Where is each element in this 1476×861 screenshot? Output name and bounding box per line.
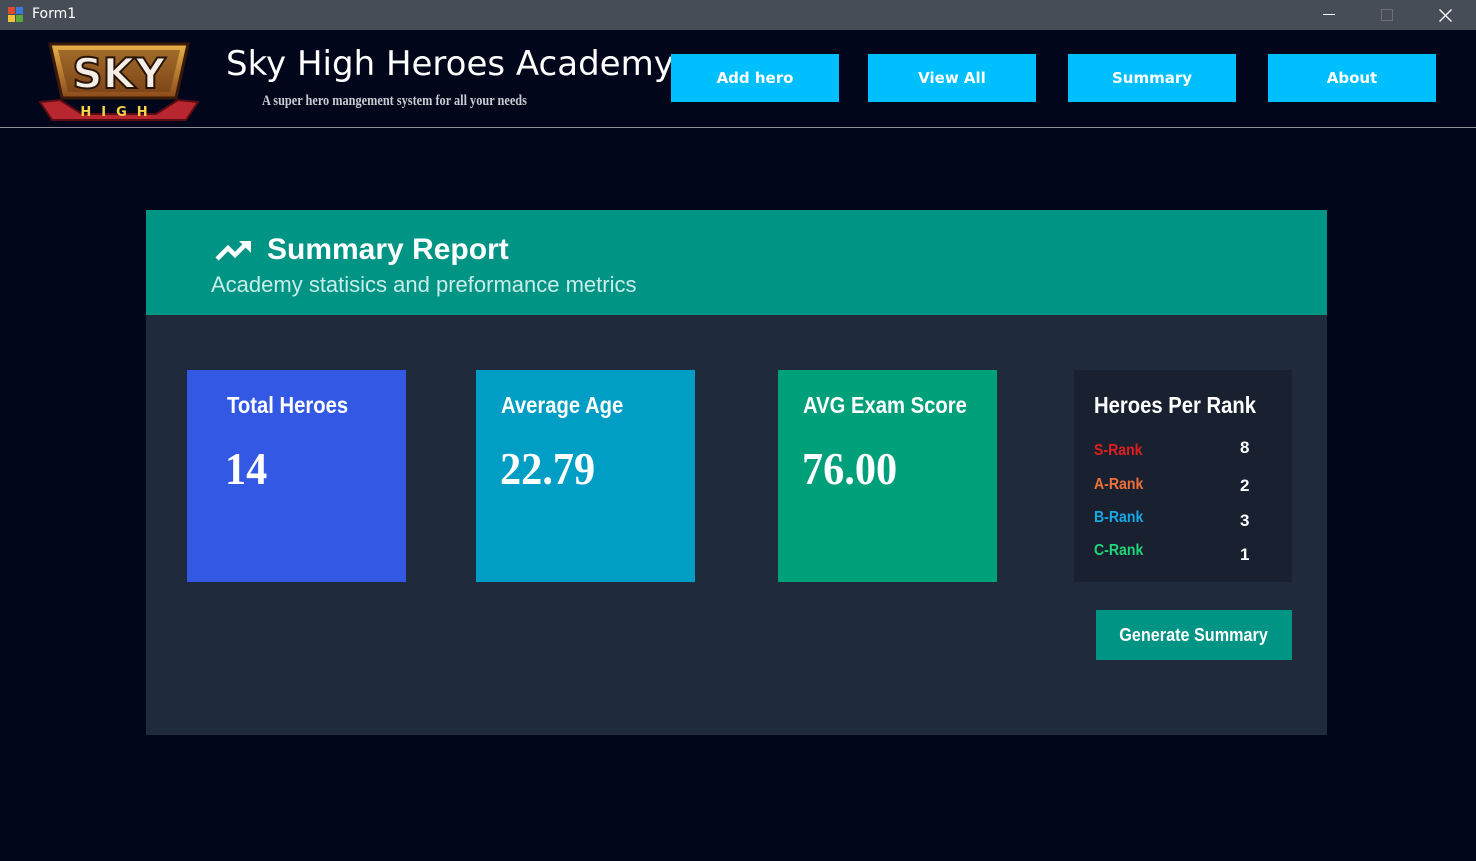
rank-row-s: S-Rank 8 — [1094, 438, 1274, 464]
a-rank-label: A-Rank — [1094, 476, 1144, 493]
rank-row-a: A-Rank 2 — [1094, 476, 1274, 498]
a-rank-count: 2 — [1240, 476, 1250, 495]
about-button[interactable]: About — [1268, 54, 1436, 102]
average-age-value: 22.79 — [500, 443, 596, 494]
generate-summary-button[interactable]: Generate Summary — [1096, 610, 1292, 660]
svg-text:HIGH: HIGH — [80, 105, 157, 120]
total-heroes-card: Total Heroes 14 — [187, 370, 406, 582]
add-hero-button[interactable]: Add hero — [671, 54, 839, 102]
summary-button[interactable]: Summary — [1068, 54, 1236, 102]
heroes-per-rank-title: Heroes Per Rank — [1094, 392, 1257, 418]
close-button[interactable] — [1416, 0, 1474, 30]
maximize-icon — [1381, 9, 1393, 21]
b-rank-count: 3 — [1240, 511, 1250, 530]
minimize-button[interactable] — [1300, 0, 1358, 30]
app-title: Sky High Heroes Academy — [226, 44, 674, 84]
total-heroes-label: Total Heroes — [227, 392, 349, 418]
c-rank-count: 1 — [1240, 545, 1250, 564]
trending-up-icon — [215, 241, 251, 261]
summary-report-panel: Summary Report Academy statisics and pre… — [146, 210, 1327, 735]
window-title: Form1 — [32, 6, 77, 22]
s-rank-count: 8 — [1240, 438, 1250, 457]
maximize-button[interactable] — [1358, 0, 1416, 30]
sky-high-logo: SKY HIGH — [38, 42, 200, 121]
b-rank-label: B-Rank — [1094, 509, 1144, 526]
report-title: Summary Report — [267, 233, 509, 266]
close-icon — [1438, 8, 1452, 22]
summary-report-header: Summary Report Academy statisics and pre… — [146, 210, 1327, 315]
rank-row-b: B-Rank 3 — [1094, 509, 1274, 531]
heroes-per-rank-box: Heroes Per Rank S-Rank 8 A-Rank 2 B-Rank… — [1074, 370, 1292, 582]
c-rank-label: C-Rank — [1094, 542, 1144, 559]
avg-exam-score-label: AVG Exam Score — [803, 392, 967, 418]
view-all-button[interactable]: View All — [868, 54, 1036, 102]
rank-row-c: C-Rank 1 — [1094, 542, 1274, 564]
total-heroes-value: 14 — [225, 443, 268, 494]
window-title-bar: Form1 — [0, 0, 1476, 30]
avg-exam-score-card: AVG Exam Score 76.00 — [778, 370, 997, 582]
form-app-icon — [8, 7, 24, 23]
svg-text:SKY: SKY — [72, 49, 166, 98]
average-age-card: Average Age 22.79 — [476, 370, 695, 582]
average-age-label: Average Age — [501, 392, 624, 418]
s-rank-label: S-Rank — [1094, 442, 1143, 459]
generate-summary-label: Generate Summary — [1119, 624, 1269, 645]
avg-exam-score-value: 76.00 — [802, 443, 898, 494]
report-subtitle: Academy statisics and preformance metric… — [211, 272, 637, 297]
app-subtitle: A super hero mangement system for all yo… — [262, 93, 527, 109]
minimize-icon — [1323, 14, 1335, 15]
